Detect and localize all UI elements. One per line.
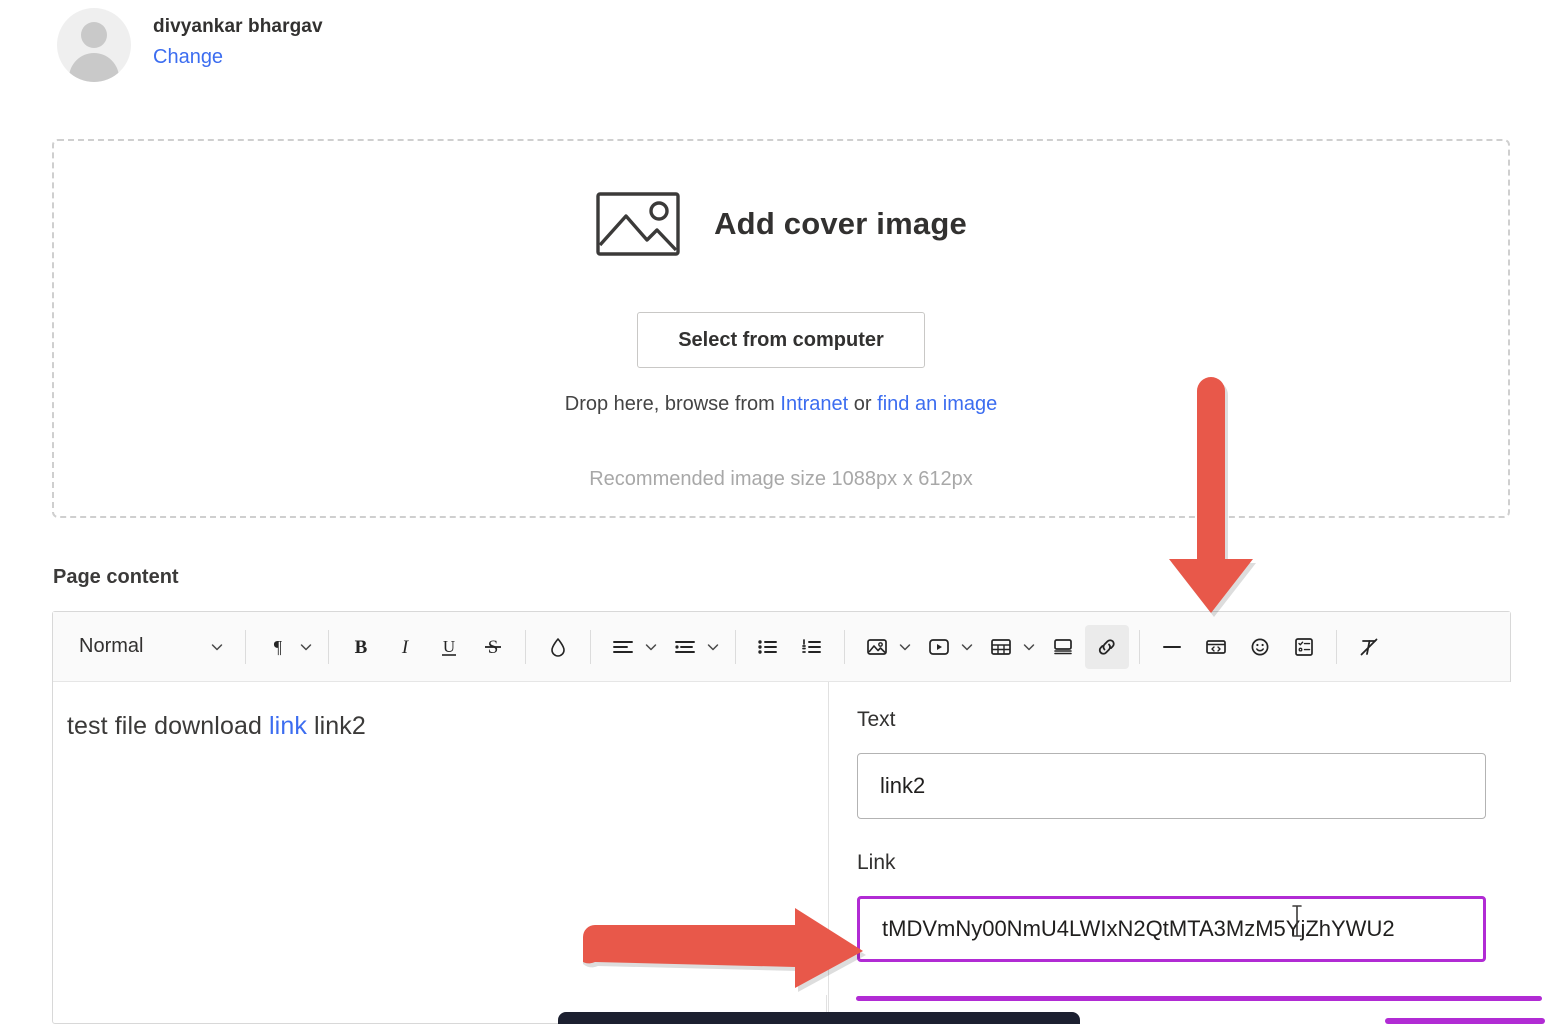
insert-columns-button[interactable] [1194, 625, 1238, 669]
toolbar-separator [590, 630, 591, 664]
clear-formatting-icon [1356, 635, 1382, 659]
editor-toolbar: Normal ¶ B I [53, 612, 1510, 682]
insert-video-dropdown[interactable] [917, 625, 979, 669]
list-indent-icon [663, 625, 707, 669]
toolbar-separator [525, 630, 526, 664]
chevron-down-icon [897, 639, 913, 655]
insert-image-dropdown[interactable] [855, 625, 917, 669]
bulleted-list-icon [755, 635, 781, 659]
video-icon [917, 625, 961, 669]
insert-embed-button[interactable] [1041, 625, 1085, 669]
image-icon [855, 625, 899, 669]
italic-button[interactable]: I [383, 625, 427, 669]
align-dropdown[interactable] [601, 625, 663, 669]
horizontal-rule-icon [1159, 635, 1185, 659]
chevron-down-icon [643, 639, 659, 655]
link-text-input[interactable] [857, 753, 1486, 819]
avatar [57, 8, 131, 82]
find-an-image-link[interactable]: find an image [877, 393, 997, 415]
horizontal-rule-button[interactable] [1150, 625, 1194, 669]
paragraph-text-before: test file download [67, 712, 269, 740]
columns-icon [1203, 635, 1229, 659]
svg-text:B: B [355, 637, 368, 658]
toolbar-separator [245, 630, 246, 664]
embed-card-icon [1050, 635, 1076, 659]
change-author-link[interactable]: Change [153, 46, 323, 69]
link-url-label: Link [857, 851, 1486, 875]
chevron-down-icon [209, 639, 225, 655]
select-from-computer-button[interactable]: Select from computer [637, 312, 925, 368]
insert-table-dropdown[interactable] [979, 625, 1041, 669]
cover-header: Add cover image [595, 190, 967, 258]
insert-emoji-button[interactable] [1238, 625, 1282, 669]
link-dialog-panel: Text Link [828, 682, 1511, 1024]
toolbar-separator [844, 630, 845, 664]
svg-text:I: I [401, 637, 410, 658]
avatar-body-shape [69, 53, 119, 82]
svg-text:¶: ¶ [274, 637, 282, 657]
strikethrough-button[interactable]: S [471, 625, 515, 669]
italic-icon: I [393, 635, 417, 659]
drop-prefix-text: Drop here, browse from [565, 393, 781, 415]
chevron-down-icon [1021, 639, 1037, 655]
inline-link[interactable]: link [269, 712, 307, 740]
intranet-link[interactable]: Intranet [780, 393, 848, 415]
author-text-block: divyankar bhargav Change [153, 8, 323, 69]
image-placeholder-icon [595, 190, 681, 258]
pilcrow-icon: ¶ [256, 625, 300, 669]
emoji-smiley-icon [1247, 635, 1273, 659]
author-row: divyankar bhargav Change [57, 8, 323, 82]
bold-icon: B [349, 635, 373, 659]
clear-formatting-button[interactable] [1347, 625, 1391, 669]
indent-dropdown[interactable] [663, 625, 725, 669]
numbered-list-button[interactable] [790, 625, 834, 669]
editor-body: test file download link link2 Text Link [53, 682, 1510, 1024]
insert-form-button[interactable] [1282, 625, 1326, 669]
drop-instructions: Drop here, browse from Intranet or find … [565, 393, 997, 416]
bold-button[interactable]: B [339, 625, 383, 669]
chevron-down-icon [298, 639, 314, 655]
toolbar-separator [735, 630, 736, 664]
chevron-down-icon [959, 639, 975, 655]
rich-text-editor: Normal ¶ B I [52, 611, 1511, 1024]
strikethrough-icon: S [481, 635, 505, 659]
water-drop-icon [546, 635, 570, 659]
toolbar-separator [1139, 630, 1140, 664]
drop-middle-text: or [848, 393, 877, 415]
cover-image-dropzone[interactable]: Add cover image Select from computer Dro… [52, 139, 1510, 518]
focused-button-edge [1385, 1018, 1545, 1024]
paragraph-format-dropdown[interactable]: ¶ [256, 625, 318, 669]
link-url-input[interactable] [857, 896, 1486, 962]
insert-link-button[interactable] [1085, 625, 1129, 669]
link-icon [1094, 635, 1120, 659]
toolbar-separator [328, 630, 329, 664]
avatar-head-shape [81, 22, 107, 48]
bottom-dark-toolbar-edge [558, 1012, 1080, 1024]
page-content-label: Page content [53, 566, 179, 589]
chevron-down-icon [705, 639, 721, 655]
svg-text:U: U [443, 637, 455, 656]
toolbar-separator [1336, 630, 1337, 664]
font-color-button[interactable] [536, 625, 580, 669]
table-icon [979, 625, 1023, 669]
paragraph-text-after: link2 [307, 712, 366, 740]
page-root: divyankar bhargav Change Add cover image… [0, 0, 1556, 1024]
focused-field-edge-top [856, 996, 1542, 1001]
cover-title: Add cover image [714, 206, 967, 242]
recommended-size-text: Recommended image size 1088px x 612px [589, 468, 973, 491]
bulleted-list-button[interactable] [746, 625, 790, 669]
align-left-icon [601, 625, 645, 669]
text-style-value: Normal [79, 635, 143, 658]
form-checklist-icon [1291, 635, 1317, 659]
underline-icon: U [437, 635, 461, 659]
author-name: divyankar bhargav [153, 16, 323, 38]
link-text-label: Text [857, 708, 1486, 732]
text-style-dropdown[interactable]: Normal [67, 628, 235, 666]
numbered-list-icon [799, 635, 825, 659]
underline-button[interactable]: U [427, 625, 471, 669]
